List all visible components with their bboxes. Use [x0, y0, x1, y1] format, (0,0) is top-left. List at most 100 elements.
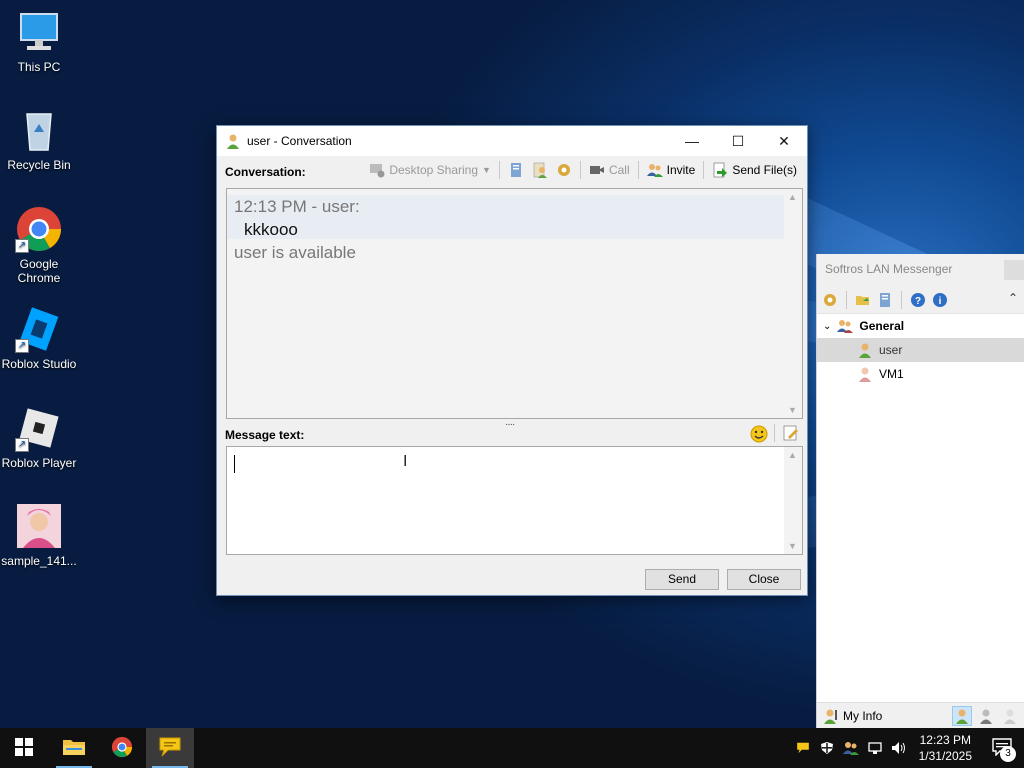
send-files-button[interactable]: Send File(s)	[710, 161, 799, 179]
tray-clock[interactable]: 12:23 PM 1/31/2025	[911, 732, 980, 764]
user-online-icon	[225, 133, 241, 149]
contact-name: VM1	[879, 367, 904, 381]
windows-logo-icon	[15, 737, 33, 759]
format-text-icon[interactable]	[783, 425, 799, 441]
gear-icon[interactable]	[822, 292, 838, 308]
taskbar-chrome[interactable]	[98, 728, 146, 768]
lan-messenger-title: Softros LAN Messenger	[825, 262, 953, 276]
notification-count-badge: 3	[1000, 746, 1016, 762]
send-button[interactable]: Send	[645, 569, 719, 590]
toolbar-divider	[774, 424, 775, 442]
chevron-down-icon: ▼	[482, 165, 491, 175]
folder-icon	[62, 737, 86, 760]
status-offline-button[interactable]	[1000, 706, 1020, 726]
smiley-icon[interactable]	[750, 425, 768, 443]
scroll-up-arrow-icon[interactable]: ▲	[788, 450, 797, 460]
desktop-sharing-button[interactable]: Desktop Sharing ▼	[367, 161, 493, 179]
user-info-icon	[532, 162, 548, 178]
lan-messenger-footer: My Info	[817, 702, 1024, 728]
desktop-sharing-label: Desktop Sharing	[389, 163, 479, 177]
lan-messenger-toolbar: ? i ⌃	[817, 286, 1024, 314]
tray-volume-icon[interactable]	[887, 728, 911, 768]
desktop-icon-image-file[interactable]: sample_141...	[0, 502, 78, 568]
taskbar-lan-messenger[interactable]	[146, 728, 194, 768]
clock-time: 12:23 PM	[919, 733, 971, 747]
splitter-grip[interactable]: ····	[505, 419, 515, 430]
action-center-button[interactable]: 3	[980, 728, 1024, 768]
invite-users-icon	[646, 162, 663, 178]
conversation-scrollbar[interactable]: ▲ ▼	[784, 189, 802, 418]
minimize-button[interactable]: —	[669, 126, 715, 156]
group-users-icon	[837, 318, 854, 334]
start-button[interactable]	[0, 728, 48, 768]
status-away-button[interactable]	[976, 706, 996, 726]
call-label: Call	[608, 163, 630, 177]
history-book-icon[interactable]	[877, 292, 893, 308]
tray-network-icon[interactable]	[863, 728, 887, 768]
message-input[interactable]: I ▲ ▼	[226, 446, 803, 555]
toolbar-divider	[498, 161, 500, 179]
call-button[interactable]: Call	[587, 161, 632, 179]
scroll-up-arrow-icon[interactable]: ▲	[788, 192, 797, 202]
scroll-down-arrow-icon[interactable]: ▼	[788, 541, 797, 551]
settings-button[interactable]	[554, 161, 574, 179]
messenger-bubble-icon	[158, 736, 182, 761]
system-tray: 12:23 PM 1/31/2025 3	[791, 728, 1024, 768]
message-header: 12:13 PM - user:	[234, 197, 360, 216]
help-icon[interactable]: ?	[910, 292, 926, 308]
conversation-toolbar: Conversation: Desktop Sharing ▼ Call Inv…	[217, 158, 807, 184]
lan-messenger-header[interactable]: Softros LAN Messenger	[817, 254, 1024, 286]
tray-security-shield-icon[interactable]	[815, 728, 839, 768]
desktop-icon-this-pc[interactable]: This PC	[0, 8, 78, 74]
desktop-icon-google-chrome[interactable]: ↗ Google Chrome	[0, 205, 78, 285]
chevron-down-icon[interactable]: ⌄	[823, 321, 831, 332]
my-info-button[interactable]: My Info	[843, 709, 882, 723]
user-info-button[interactable]	[530, 161, 550, 179]
status-online-button[interactable]	[952, 705, 972, 726]
desktop-icon-roblox-player[interactable]: ↗ Roblox Player	[0, 404, 78, 470]
toolbar-divider	[637, 161, 639, 179]
desktop-sharing-icon	[369, 162, 385, 178]
send-file-icon	[712, 162, 728, 178]
group-row-general[interactable]: ⌄ General	[817, 314, 1024, 338]
close-window-button[interactable]: ✕	[761, 126, 807, 156]
open-folder-icon[interactable]	[855, 292, 871, 308]
conversation-label: Conversation:	[225, 165, 306, 179]
taskbar-file-explorer[interactable]	[50, 728, 98, 768]
info-icon[interactable]: i	[932, 292, 948, 308]
desktop-icon-recycle-bin[interactable]: Recycle Bin	[0, 106, 78, 172]
desktop-icon-label: This PC	[17, 60, 61, 74]
desktop: This PC Recycle Bin ↗ Google Chrome ↗ Ro…	[0, 0, 1024, 728]
invite-button[interactable]: Invite	[645, 161, 698, 179]
monitor-icon	[15, 8, 63, 56]
desktop-icon-roblox-studio[interactable]: ↗ Roblox Studio	[0, 305, 78, 371]
chrome-icon	[111, 736, 133, 761]
desktop-icon-label: Roblox Player	[1, 456, 77, 470]
toolbar-divider	[846, 290, 847, 309]
history-button[interactable]	[506, 161, 526, 179]
contact-row-user[interactable]: user	[817, 338, 1024, 362]
message-scrollbar[interactable]: ▲ ▼	[784, 447, 802, 554]
shortcut-arrow-icon: ↗	[15, 239, 29, 253]
lan-messenger-panel: Softros LAN Messenger ? i ⌃ ⌄ General us…	[816, 254, 1024, 728]
send-files-label: Send File(s)	[732, 163, 797, 177]
panel-button[interactable]	[1004, 260, 1024, 280]
shortcut-arrow-icon: ↗	[15, 438, 29, 452]
desktop-icon-label: Roblox Studio	[1, 357, 77, 371]
tray-users-icon[interactable]	[839, 728, 863, 768]
toolbar-divider	[703, 161, 705, 179]
conversation-history[interactable]: 12:13 PM - user: kkkooo user is availabl…	[226, 188, 803, 419]
contact-row-vm1[interactable]: VM1	[817, 362, 1024, 386]
invite-label: Invite	[666, 163, 696, 177]
my-info-icon	[823, 708, 839, 724]
svg-text:i: i	[939, 296, 942, 307]
user-offline-icon	[1002, 708, 1018, 724]
close-button[interactable]: Close	[727, 569, 801, 590]
gear-icon	[556, 162, 572, 178]
tray-messenger-icon[interactable]	[791, 728, 815, 768]
title-bar[interactable]: user - Conversation — ☐ ✕	[217, 126, 807, 156]
chevron-up-icon[interactable]: ⌃	[1008, 291, 1018, 305]
maximize-button[interactable]: ☐	[715, 126, 761, 156]
scroll-down-arrow-icon[interactable]: ▼	[788, 405, 797, 415]
ibeam-cursor-icon: I	[403, 453, 408, 470]
